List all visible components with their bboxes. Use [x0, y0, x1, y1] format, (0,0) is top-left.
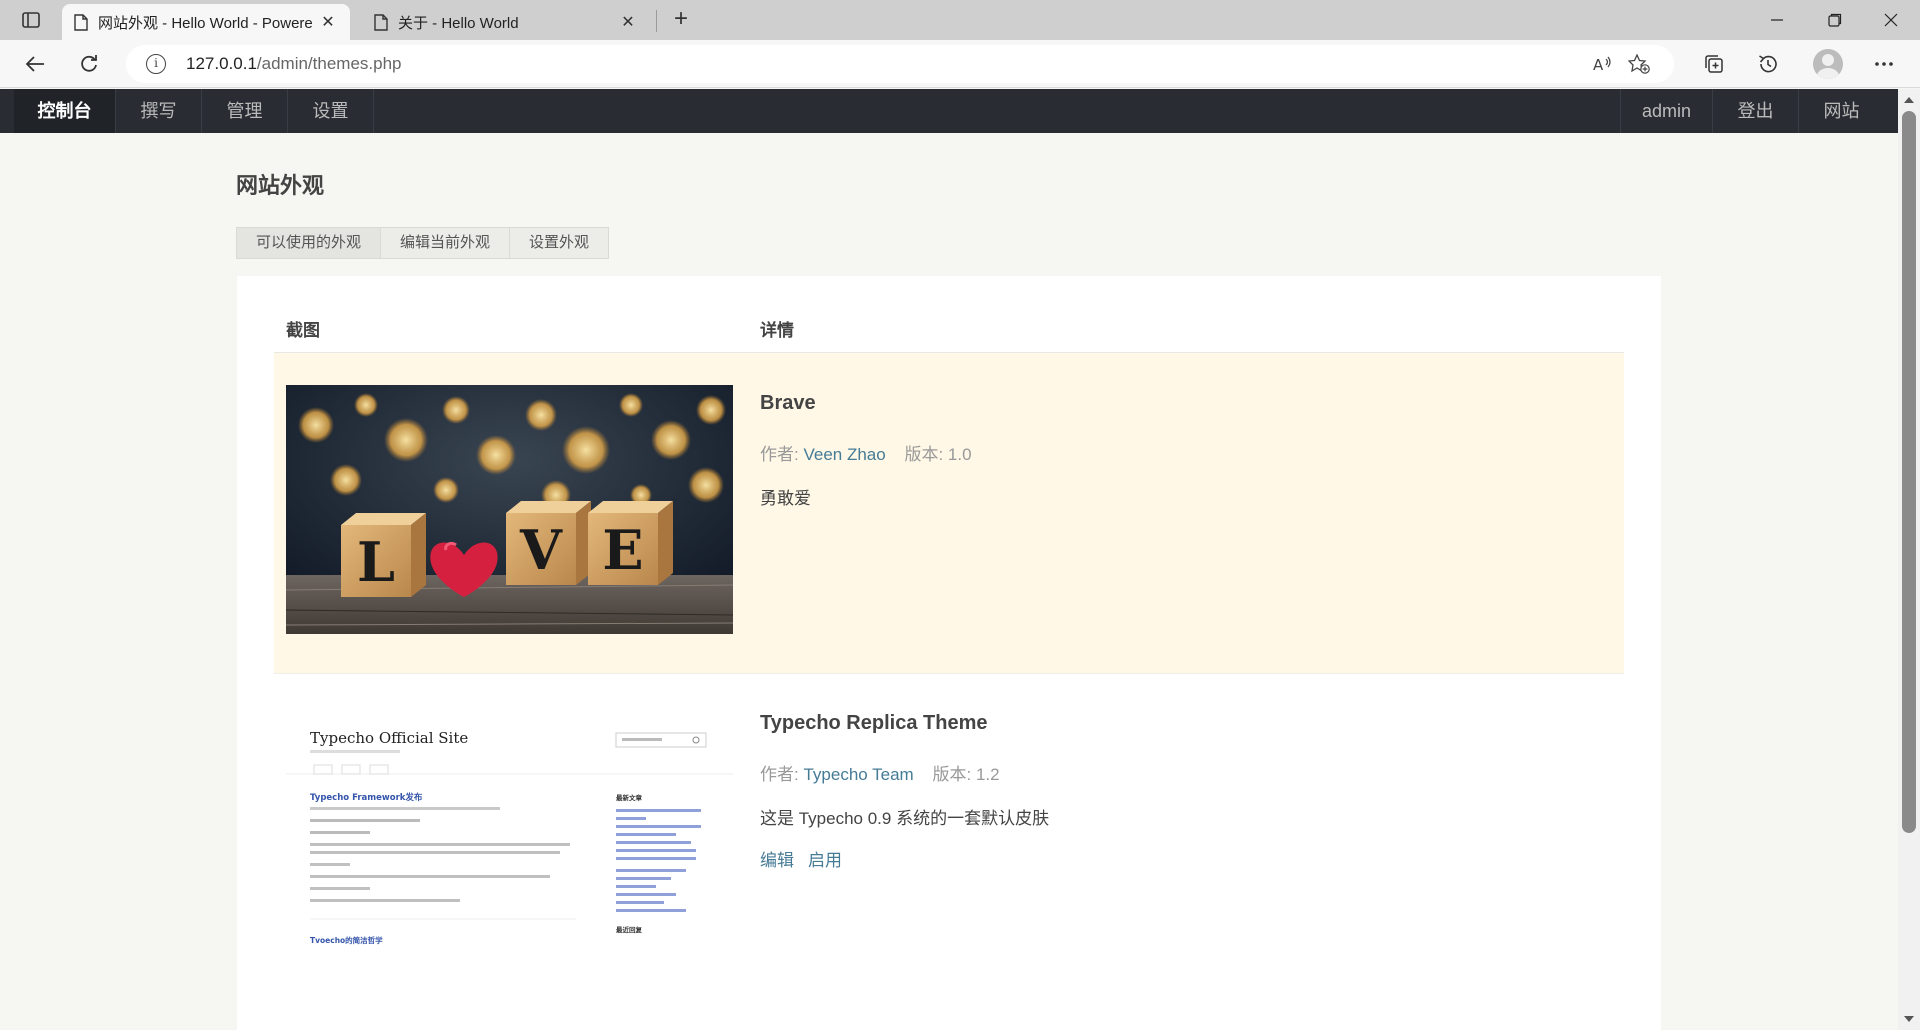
scrollbar-thumb[interactable] [1902, 111, 1916, 833]
browser-tab-strip: 网站外观 - Hello World - Powere ✕ 关于 - Hello… [0, 0, 1920, 40]
mini-site-title: Typecho Official Site [310, 729, 468, 747]
theme-meta: 作者: Typecho Team 版本: 1.2 [760, 760, 1000, 785]
tab-separator [656, 10, 657, 32]
tab-available-themes[interactable]: 可以使用的外观 [237, 228, 382, 258]
author-link[interactable]: Veen Zhao [803, 445, 885, 464]
mini-post-title: Typecho Framework发布 [310, 792, 423, 803]
mini-sidebar-recent-replies: 最近回复 [616, 925, 643, 934]
admin-navigation: 控制台 撰写 管理 设置 admin 登出 网站 [0, 89, 1898, 133]
themes-table: 截图 详情 L V E Brave 作者: Veen Zhao 版本: 1.0 … [237, 276, 1661, 1030]
theme-name: Typecho Replica Theme [760, 712, 988, 734]
nav-settings[interactable]: 设置 [288, 89, 374, 133]
tab-theme-settings[interactable]: 设置外观 [510, 228, 608, 258]
author-label: 作者: [760, 765, 799, 784]
more-options-icon[interactable] [1867, 48, 1901, 80]
address-bar[interactable]: i 127.0.0.1/admin/themes.php A [126, 45, 1674, 83]
block-letter-v: V [519, 518, 563, 582]
block-letter-e: E [602, 518, 643, 582]
url-host: 127.0.0.1 [186, 54, 257, 73]
theme-description: 勇敢爱 [760, 489, 811, 508]
theme-name: Brave [760, 392, 816, 414]
theme-meta: 作者: Veen Zhao 版本: 1.0 [760, 440, 972, 465]
url-path: /admin/themes.php [256, 54, 402, 73]
browser-tab-title: 网站外观 - Hello World - Powere [98, 14, 313, 32]
mini-footer-post-title: Tvoecho的简洁哲学 [310, 935, 383, 945]
new-tab-icon[interactable]: + [664, 5, 698, 35]
svg-text:A: A [1593, 56, 1604, 73]
site-info-icon[interactable]: i [146, 54, 166, 74]
tab-actions-icon[interactable] [12, 6, 50, 34]
mini-sidebar-heading: 最新文章 [616, 793, 643, 802]
row-divider [274, 673, 1624, 674]
page-icon [374, 13, 388, 31]
page-icon [74, 13, 88, 31]
close-tab-icon[interactable]: ✕ [318, 12, 338, 32]
restore-icon[interactable] [1806, 0, 1864, 40]
url-text[interactable]: 127.0.0.1/admin/themes.php [186, 54, 402, 74]
version-value: 1.2 [975, 765, 1000, 784]
edit-theme-link[interactable]: 编辑 [760, 851, 794, 870]
nav-user-admin[interactable]: admin [1620, 89, 1712, 133]
theme-tabs: 可以使用的外观 编辑当前外观 设置外观 [236, 227, 610, 259]
read-aloud-icon[interactable]: A [1590, 52, 1616, 76]
profile-avatar-icon[interactable] [1813, 49, 1843, 79]
scroll-up-icon[interactable] [1904, 97, 1914, 103]
add-favorite-icon[interactable] [1626, 52, 1652, 76]
nav-logout[interactable]: 登出 [1712, 89, 1798, 133]
nav-website[interactable]: 网站 [1798, 89, 1884, 133]
scroll-down-icon[interactable] [1904, 1016, 1914, 1022]
browser-toolbar: i 127.0.0.1/admin/themes.php A [0, 40, 1920, 88]
theme-screenshot: Typecho Official Site Typecho Framework发… [286, 706, 733, 976]
theme-screenshot: L V E [286, 385, 733, 634]
reload-icon[interactable] [72, 48, 106, 80]
column-header-screenshot: 截图 [286, 321, 320, 340]
page-title: 网站外观 [236, 173, 325, 198]
close-tab-icon[interactable]: ✕ [618, 12, 638, 32]
theme-actions: 编辑 启用 [760, 846, 856, 871]
back-arrow-icon[interactable] [18, 48, 52, 80]
close-window-icon[interactable] [1862, 0, 1920, 40]
version-label: 版本: [932, 765, 972, 784]
tab-edit-current-theme[interactable]: 编辑当前外观 [381, 228, 511, 258]
browser-tab-active[interactable]: 网站外观 - Hello World - Powere ✕ [62, 4, 350, 40]
version-label: 版本: [904, 445, 944, 464]
version-value: 1.0 [947, 445, 972, 464]
block-letter-l: L [357, 530, 395, 594]
nav-manage[interactable]: 管理 [202, 89, 288, 133]
minimize-icon[interactable] [1748, 0, 1806, 40]
browser-tab-title: 关于 - Hello World [398, 14, 519, 32]
activate-theme-link[interactable]: 启用 [808, 851, 842, 870]
page-scrollbar[interactable] [1898, 89, 1920, 1030]
theme-description: 这是 Typecho 0.9 系统的一套默认皮肤 [760, 809, 1050, 828]
column-header-details: 详情 [760, 321, 794, 340]
nav-write[interactable]: 撰写 [116, 89, 202, 133]
author-label: 作者: [760, 445, 799, 464]
author-link[interactable]: Typecho Team [803, 765, 913, 784]
collections-icon[interactable] [1697, 48, 1731, 80]
history-icon[interactable] [1751, 48, 1785, 80]
browser-tab-inactive[interactable]: 关于 - Hello World ✕ [362, 4, 650, 40]
nav-dashboard[interactable]: 控制台 [14, 89, 116, 133]
